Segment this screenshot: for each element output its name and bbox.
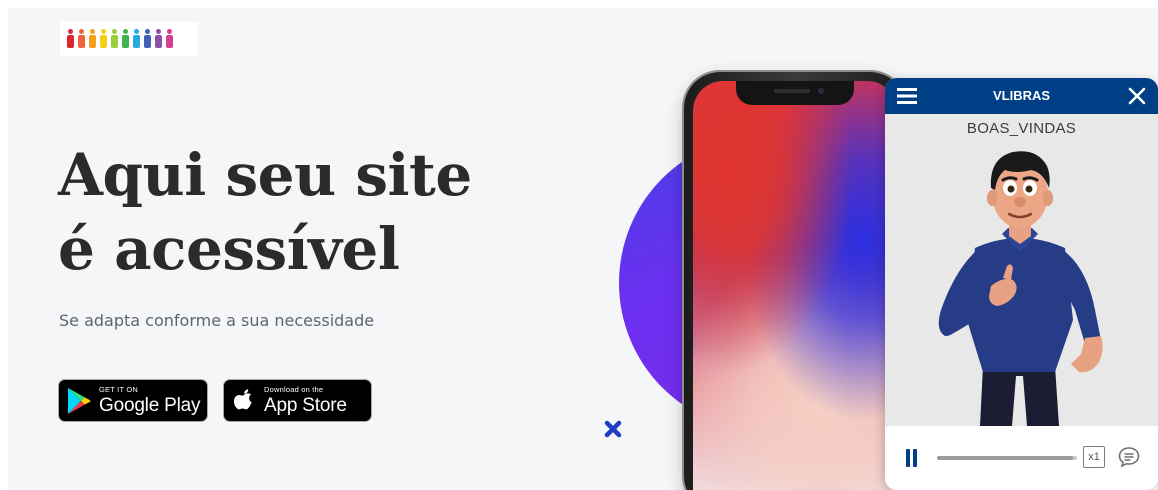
logo-figure-icon <box>132 29 141 49</box>
page: Aqui seu site é acessível Se adapta conf… <box>0 0 1158 490</box>
pause-icon[interactable] <box>905 449 919 467</box>
playback-progress-fill <box>937 456 1073 460</box>
phone-notch <box>736 81 854 105</box>
logo-figure-icon <box>88 29 97 49</box>
hero-headline: Aqui seu site é acessível <box>58 138 472 286</box>
google-badge-big-text: Google Play <box>99 394 201 416</box>
phone-speaker <box>774 89 810 93</box>
logo-figure-icon <box>121 29 130 49</box>
headline-line-2: é acessível <box>58 215 400 283</box>
google-play-badge[interactable]: GET IT ON Google Play <box>58 379 208 422</box>
google-play-icon <box>59 379 99 422</box>
decorative-x-icon <box>604 420 622 438</box>
vlibras-title: VLIBRAS <box>992 88 1051 103</box>
logo-figure-icon <box>110 29 119 49</box>
apple-badge-big-text: App Store <box>264 394 347 416</box>
vlibras-gloss-text: BOAS_VINDAS <box>966 120 1077 137</box>
apple-badge-small-text: Download on the <box>264 385 324 395</box>
smartphone-illustration <box>684 72 906 490</box>
accessibility-logo[interactable] <box>60 22 198 56</box>
logo-figure-icon <box>143 29 152 49</box>
vlibras-widget: VLIBRAS BOAS_VINDAS x1 <box>885 78 1158 490</box>
logo-figure-icon <box>165 29 174 49</box>
hero-section: Aqui seu site é acessível Se adapta conf… <box>8 8 1158 490</box>
logo-figure-icon <box>77 29 86 49</box>
playback-progress-bar[interactable] <box>937 456 1077 460</box>
vlibras-player-controls: x1 <box>885 426 1158 490</box>
phone-camera <box>818 88 824 94</box>
apple-logo-icon <box>224 379 264 422</box>
speech-bubble-icon[interactable] <box>1117 445 1141 469</box>
sign-language-avatar <box>938 151 1103 426</box>
close-icon[interactable] <box>1128 87 1146 105</box>
google-badge-small-text: GET IT ON <box>99 385 139 395</box>
vlibras-header: VLIBRAS <box>885 78 1158 114</box>
hero-subtitle: Se adapta conforme a sua necessidade <box>59 311 375 330</box>
playback-speed-button[interactable]: x1 <box>1083 446 1105 468</box>
logo-figure-icon <box>66 29 75 49</box>
app-store-badge[interactable]: Download on the App Store <box>223 379 372 422</box>
phone-screen <box>693 81 897 490</box>
logo-figure-icon <box>154 29 163 49</box>
logo-figure-icon <box>99 29 108 49</box>
vlibras-avatar-area: BOAS_VINDAS <box>885 114 1158 426</box>
headline-line-1: Aqui seu site <box>58 141 472 209</box>
